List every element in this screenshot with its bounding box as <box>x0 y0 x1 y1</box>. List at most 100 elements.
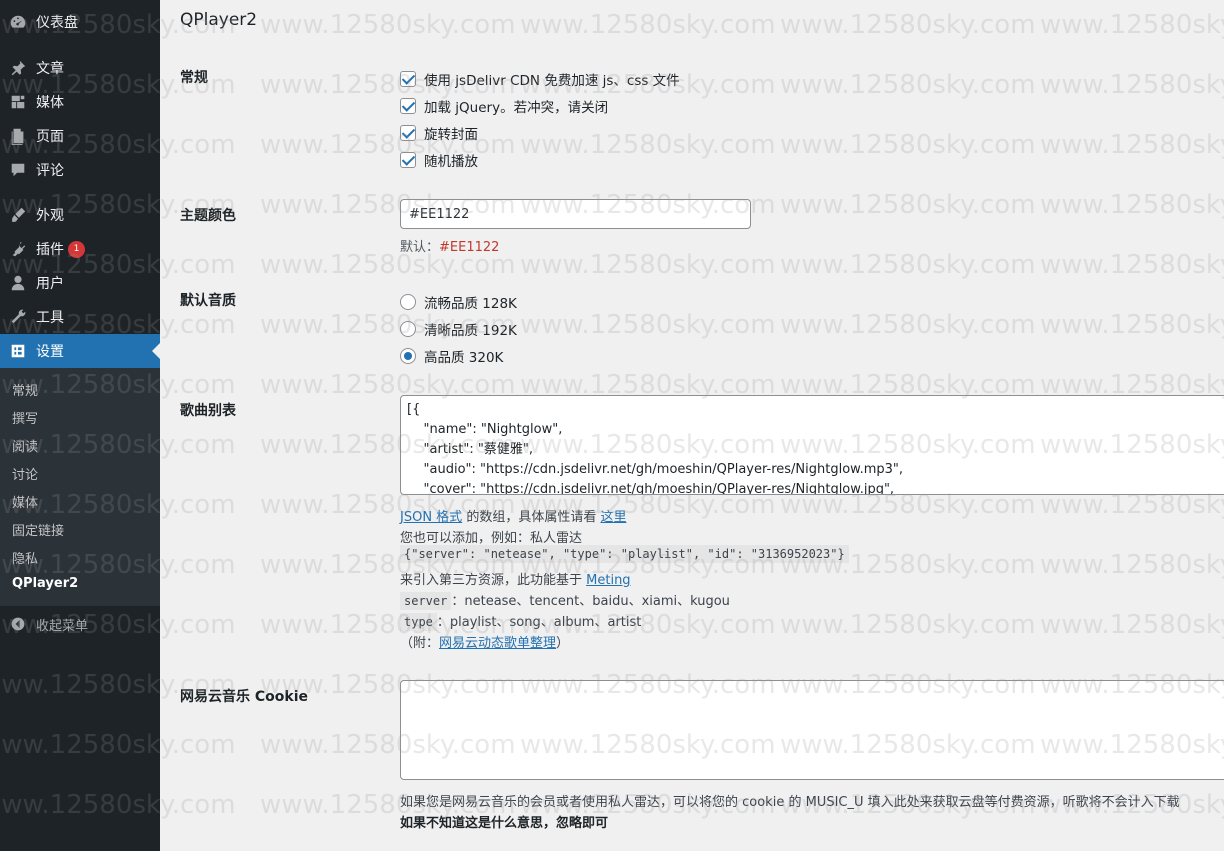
checkbox[interactable] <box>400 125 416 141</box>
submenu-general[interactable]: 常规 <box>12 380 38 399</box>
quality-label: 默认音质 <box>180 293 236 309</box>
playlist-label: 歌曲别表 <box>180 403 236 419</box>
menu-label: 媒体 <box>36 95 64 111</box>
option-jsdelivr-cdn[interactable]: 使用 jsDelivr CDN 免费加速 js、css 文件 <box>400 69 680 89</box>
menu-label: 工具 <box>36 310 64 326</box>
menu-users[interactable]: 用户 <box>0 266 160 300</box>
menu-label: 评论 <box>36 163 64 179</box>
radio-button[interactable] <box>400 321 416 337</box>
collapse-arrow-icon <box>0 616 36 632</box>
menu-appearance[interactable]: 外观 <box>0 198 160 232</box>
main-content: QPlayer2 常规 使用 jsDelivr CDN 免费加速 js、css … <box>160 0 1224 851</box>
playlist-help-line4: 来引入第三方资源，此功能基于 Meting <box>400 569 631 588</box>
checkbox-label: 旋转封面 <box>424 127 478 143</box>
page-title: QPlayer2 <box>180 10 258 30</box>
playlist-textarea[interactable]: [{ "name": "Nightglow", "artist": "蔡健雅",… <box>400 395 1224 495</box>
checkbox-label: 使用 jsDelivr CDN 免费加速 js、css 文件 <box>424 73 680 89</box>
theme-color-input[interactable] <box>400 199 751 229</box>
help-text: ：playlist、song、album、artist <box>436 615 642 630</box>
quality-option-320k[interactable]: 高品质 320K <box>400 346 503 366</box>
type-code: type <box>400 613 437 631</box>
help-text: （附： <box>400 636 440 651</box>
admin-sidebar: 仪表盘 文章 媒体 页面 评论 外观 插件 1 用户 工具 设置 常规 撰写 阅… <box>0 0 160 851</box>
submenu-discussion[interactable]: 讨论 <box>12 464 38 483</box>
cookie-help-bold: 如果不知道这是什么意思，忽略即可 <box>400 816 609 831</box>
menu-comments[interactable]: 评论 <box>0 153 160 187</box>
general-label: 常规 <box>180 70 208 86</box>
playlist-help-example: {"server": "netease", "type": "playlist"… <box>400 545 849 563</box>
checkbox[interactable] <box>400 98 416 114</box>
default-prefix: 默认： <box>400 240 440 255</box>
example-code: {"server": "netease", "type": "playlist"… <box>400 545 849 563</box>
user-icon <box>0 274 36 292</box>
playlist-help-server: server ：netease、tencent、baidu、xiami、kugou <box>400 590 730 610</box>
submenu-media[interactable]: 媒体 <box>12 492 38 511</box>
checkbox[interactable] <box>400 152 416 168</box>
checkbox[interactable] <box>400 71 416 87</box>
menu-label: 外观 <box>36 208 64 224</box>
submenu-permalinks[interactable]: 固定链接 <box>12 520 64 539</box>
menu-settings[interactable]: 设置 <box>0 334 160 368</box>
submenu-qplayer2[interactable]: QPlayer2 <box>12 576 78 591</box>
help-text: 来引入第三方资源，此功能基于 <box>400 573 587 588</box>
help-text: ：netease、tencent、baidu、xiami、kugou <box>451 594 730 609</box>
cookie-textarea[interactable] <box>400 680 1224 780</box>
radio-button[interactable] <box>400 294 416 310</box>
code-line: [{ <box>407 402 421 417</box>
theme-color-label: 主题颜色 <box>180 208 236 224</box>
quality-option-128k[interactable]: 流畅品质 128K <box>400 292 517 312</box>
code-line: "artist": "蔡健雅", <box>407 442 533 457</box>
settings-icon <box>0 342 36 360</box>
option-rotate-cover[interactable]: 旋转封面 <box>400 123 478 143</box>
cookie-help: 如果您是网易云音乐的会员或者使用私人雷达，可以将您的 cookie 的 MUSI… <box>400 795 1180 810</box>
appearance-icon <box>0 206 36 224</box>
playlist-help-line1: JSON 格式 的数组，具体属性请看 这里 <box>400 506 626 525</box>
radio-label: 流畅品质 128K <box>424 296 517 312</box>
checkbox-label: 加载 jQuery。若冲突，请关闭 <box>424 100 609 116</box>
menu-label: 设置 <box>36 344 64 360</box>
menu-pages[interactable]: 页面 <box>0 119 160 153</box>
json-format-link[interactable]: JSON 格式 <box>400 510 462 525</box>
server-code: server <box>400 592 452 610</box>
submenu-writing[interactable]: 撰写 <box>12 408 38 427</box>
menu-label: 用户 <box>36 276 64 292</box>
plugin-icon <box>0 240 36 258</box>
playlist-help-note: （附：网易云动态歌单整理） <box>400 632 569 651</box>
pin-icon <box>0 59 36 77</box>
code-line: "audio": "https://cdn.jsdelivr.net/gh/mo… <box>407 462 904 477</box>
playlist-help-line2: 您也可以添加，例如：私人雷达 <box>400 531 583 546</box>
help-text: ） <box>556 636 570 651</box>
theme-color-default: 默认：#EE1122 <box>400 236 499 255</box>
menu-posts[interactable]: 文章 <box>0 51 160 85</box>
menu-tools[interactable]: 工具 <box>0 300 160 334</box>
menu-label: 文章 <box>36 61 64 77</box>
quality-option-192k[interactable]: 清晰品质 192K <box>400 319 517 339</box>
radio-label: 清晰品质 192K <box>424 323 517 339</box>
settings-submenu: 常规 撰写 阅读 讨论 媒体 固定链接 隐私 QPlayer2 <box>0 368 160 606</box>
collapse-menu-label: 收起菜单 <box>36 618 89 634</box>
here-link[interactable]: 这里 <box>600 510 626 525</box>
cookie-label: 网易云音乐 Cookie <box>180 689 308 705</box>
submenu-reading[interactable]: 阅读 <box>12 436 38 455</box>
submenu-privacy[interactable]: 隐私 <box>12 548 38 567</box>
help-text: 的数组，具体属性请看 <box>462 510 601 525</box>
radio-label: 高品质 320K <box>424 350 504 366</box>
page-icon <box>0 127 36 145</box>
netease-playlist-link[interactable]: 网易云动态歌单整理 <box>439 636 556 651</box>
default-color-value: #EE1122 <box>439 240 500 255</box>
dashboard-icon <box>0 13 36 31</box>
option-load-jquery[interactable]: 加载 jQuery。若冲突，请关闭 <box>400 96 608 116</box>
collapse-menu-button[interactable]: 收起菜单 <box>0 612 160 636</box>
menu-plugins[interactable]: 插件 1 <box>0 232 160 266</box>
menu-dashboard[interactable]: 仪表盘 <box>0 5 160 39</box>
radio-button[interactable] <box>400 348 416 364</box>
meting-link[interactable]: Meting <box>586 573 630 588</box>
comment-icon <box>0 161 36 179</box>
code-line: "cover": "https://cdn.jsdelivr.net/gh/mo… <box>407 482 895 495</box>
update-count-badge: 1 <box>68 240 85 258</box>
menu-media[interactable]: 媒体 <box>0 85 160 119</box>
media-icon <box>0 93 36 111</box>
option-shuffle[interactable]: 随机播放 <box>400 150 478 170</box>
checkbox-label: 随机播放 <box>424 154 478 170</box>
menu-label: 仪表盘 <box>36 15 78 31</box>
